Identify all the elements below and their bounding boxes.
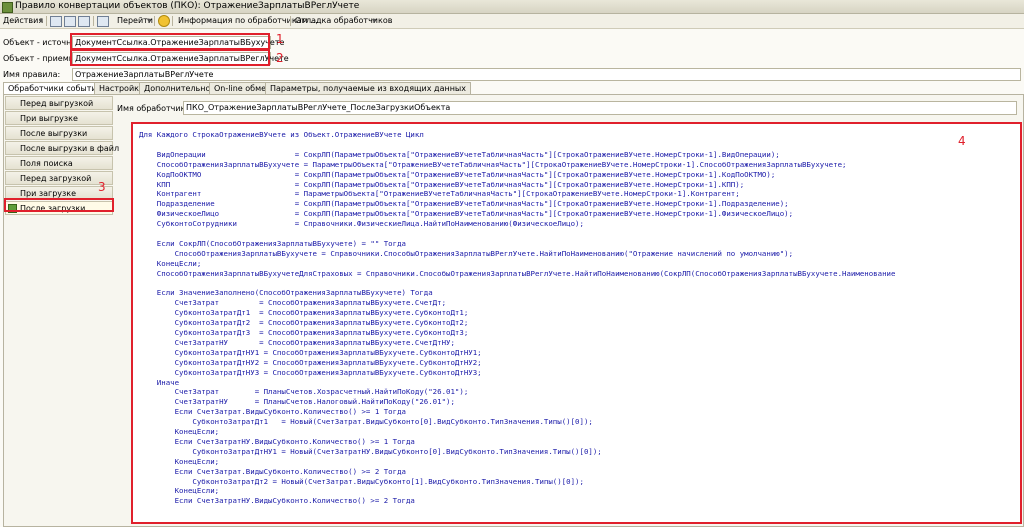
code-line: Контрагент = ПараметрыОбъекта["Отражение… (139, 189, 740, 199)
code-line: ВидОперации = СокрЛП(ПараметрыОбъекта["О… (139, 149, 780, 159)
annotation-number: 1 (276, 32, 284, 46)
code-line: КонецЕсли; (139, 456, 220, 466)
code-line: КонецЕсли; (139, 258, 202, 268)
code-line: Если СчетЗатрат.ВидыСубконто.Количество(… (139, 466, 406, 476)
actions-dropdown-icon: ▾ (39, 16, 44, 25)
actions-menu[interactable]: Действия (3, 15, 43, 27)
code-editor[interactable]: Для Каждого СтрокаОтражениеВУчете из Объ… (131, 122, 1022, 524)
handler-after-export-to-file[interactable]: После выгрузки в файл (5, 141, 119, 155)
annotation-box-2 (70, 49, 270, 66)
code-line: Для Каждого СтрокаОтражениеВУчете из Объ… (139, 130, 424, 139)
code-line: Иначе (139, 377, 180, 387)
help-icon[interactable] (158, 15, 170, 27)
title-bar: Правило конвертации объектов (ПКО): Отра… (0, 0, 1024, 14)
handler-search-fields[interactable]: Поля поиска (5, 156, 113, 170)
handler-name-label: Имя обработчика: (117, 104, 194, 113)
annotation-number: 3 (98, 180, 106, 194)
save-icon[interactable] (50, 16, 62, 27)
debug-dropdown-icon: ▾ (372, 16, 377, 25)
code-line: СчетЗатратНУ = ПланыСчетов.Налоговый.Най… (139, 397, 455, 407)
code-line: КодПоОКТМО = СокрЛП(ПараметрыОбъекта["От… (139, 169, 776, 179)
handler-before-import[interactable]: Перед загрузкой (5, 171, 113, 185)
code-line: Если СокрЛП(СпособОтраженияЗарплатыВБуху… (139, 238, 406, 248)
window-title: Правило конвертации объектов (ПКО): Отра… (15, 1, 360, 11)
code-line: СчетЗатрат = ПланыСчетов.Хозрасчетный.На… (139, 387, 469, 397)
navigate-dropdown-icon: ▾ (147, 16, 152, 25)
code-line: КонецЕсли; (139, 486, 220, 496)
app-icon (2, 2, 13, 13)
annotation-box-3 (4, 198, 114, 212)
edit-icon[interactable] (78, 16, 90, 27)
code-line: ФизическоеЛицо = СокрЛП(ПараметрыОбъекта… (139, 209, 794, 219)
code-line: СубконтоЗатратДт1 = СпособОтраженияЗарпл… (139, 308, 469, 318)
annotation-box-1 (70, 33, 270, 50)
annotation-number: 4 (958, 134, 966, 148)
code-line: СубконтоЗатратДт1 = Новый(СчетЗатрат.Вид… (139, 417, 593, 427)
code-line: СубконтоЗатратДт2 = СпособОтраженияЗарпл… (139, 318, 469, 328)
code-line: СубконтоСотрудники = Справочники.Физичес… (139, 219, 584, 229)
code-line: СпособОтраженияЗарплатыВБухучете = Справ… (139, 248, 794, 258)
code-line: КонецЕсли; (139, 427, 220, 436)
separator (93, 16, 94, 26)
separator (154, 16, 155, 26)
toolbar: Действия ▾ Перейти ▾ Информация по обраб… (0, 14, 1024, 29)
code-line: СубконтоЗатратДтНУ1 = Новый(СчетЗатратНУ… (139, 446, 602, 456)
rule-name-label: Имя правила: (3, 70, 61, 79)
code-line: КПП = СокрЛП(ПараметрыОбъекта["Отражение… (139, 179, 745, 189)
code-line: СубконтоЗатратДтНУ2 = СпособОтраженияЗар… (139, 357, 482, 367)
handler-on-export[interactable]: При выгрузке (5, 111, 113, 125)
code-line: СубконтоЗатратДт3 = СпособОтраженияЗарпл… (139, 328, 469, 337)
code-line: Если СчетЗатрат.ВидыСубконто.Количество(… (139, 407, 406, 417)
code-line: Если СчетЗатратНУ.ВидыСубконто.Количеств… (139, 496, 415, 506)
code-line: Если ЗначениеЗаполнено(СпособОтраженияЗа… (139, 288, 433, 298)
code-line: СпособОтраженияЗарплатыВБухучете = Парам… (139, 159, 847, 169)
code-line: Если СчетЗатратНУ.ВидыСубконто.Количеств… (139, 436, 415, 446)
separator (290, 16, 291, 26)
annotation-number: 2 (276, 51, 284, 65)
handler-name-field[interactable]: ПКО_ОтражениеЗарплатыВРеглУчете_ПослеЗаг… (183, 101, 1017, 115)
code-line: СчетЗатратНУ = СпособОтраженияЗарплатыВБ… (139, 337, 455, 347)
rule-name-field[interactable]: ОтражениеЗарплатыВРеглУчете (72, 68, 1021, 81)
code-line: СубконтоЗатратДтНУ1 = СпособОтраженияЗар… (139, 347, 482, 357)
separator (46, 16, 47, 26)
code-line: Подразделение = СокрЛП(ПараметрыОбъекта[… (139, 199, 789, 209)
handler-before-export[interactable]: Перед выгрузкой (5, 96, 113, 110)
code-line: СубконтоЗатратДт2 = Новый(СчетЗатрат.Вид… (139, 476, 584, 486)
copy-icon[interactable] (64, 16, 76, 27)
code-line: СпособОтраженияЗарплатыВБухучетеДляСтрах… (139, 268, 896, 278)
handler-after-export[interactable]: После выгрузки (5, 126, 113, 140)
code-line: СчетЗатрат = СпособОтраженияЗарплатыВБух… (139, 298, 447, 308)
navigate-icon[interactable] (97, 16, 109, 27)
code-line: СубконтоЗатратДтНУ3 = СпособОтраженияЗар… (139, 367, 482, 377)
separator (172, 16, 173, 26)
debug-handlers-menu[interactable]: Отладка обработчиков (295, 15, 392, 27)
